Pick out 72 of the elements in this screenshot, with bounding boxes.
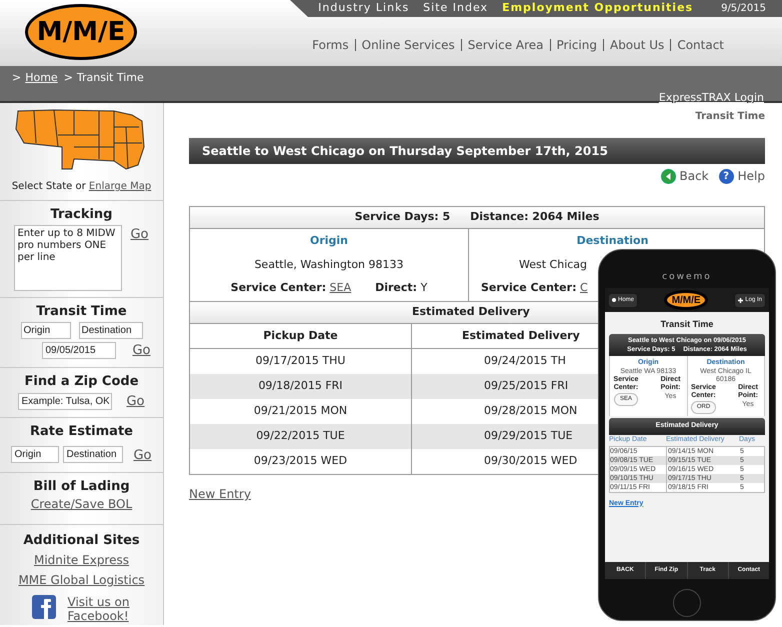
table-cell-text: 09/25/2015 FRI <box>484 378 568 394</box>
table-cell: 09/23/2015 WED <box>190 449 412 474</box>
breadcrumb-link[interactable]: Home <box>25 70 58 86</box>
section-title: Find a Zip Code <box>24 374 139 390</box>
table-cell-text: 09/28/2015 MON <box>484 403 578 420</box>
nav-link[interactable]: Contact <box>670 39 730 51</box>
date-text: 9/5/2015 <box>721 2 766 16</box>
facebook-icon[interactable] <box>32 595 56 619</box>
destination-heading: Destination <box>576 233 648 249</box>
text-field[interactable]: Destination <box>78 322 142 339</box>
nav-link[interactable]: About Us <box>602 39 670 51</box>
page-title: Transit Time <box>695 110 765 124</box>
service-center-link[interactable]: SEA <box>330 281 352 294</box>
destination-address: West Chicag <box>519 256 588 272</box>
go-link[interactable]: Go <box>133 448 152 463</box>
phone-title: Transit Time <box>660 318 714 331</box>
column-header: Estimated Delivery <box>462 328 580 344</box>
summary-text: Distance: 2064 Miles <box>470 209 600 226</box>
table-cell-text: 09/24/2015 TH <box>484 353 566 370</box>
phone-brand: cowemo <box>662 272 712 282</box>
service-center-label: Service Center: <box>481 281 576 294</box>
nav-link[interactable]: Service Area <box>460 39 550 51</box>
text-field[interactable]: 09/05/2015 <box>42 342 116 360</box>
facebook-link[interactable]: Visit us on Facebook! <box>68 595 132 623</box>
new-entry-link[interactable]: New Entry <box>189 485 251 503</box>
route-heading: Seattle to West Chicago on Thursday September 17th, 2015 <box>189 138 765 164</box>
nav-link[interactable]: Forms <box>306 39 355 51</box>
site-link[interactable]: Midnite Express <box>34 551 129 569</box>
help-link[interactable]: ? Help <box>718 167 765 185</box>
text-field[interactable]: Example: Tulsa, OK <box>18 392 112 410</box>
tracking-field[interactable]: Enter up to 8 MIDW pro numbers ONE per line <box>14 225 122 291</box>
section-title: Bill of Lading <box>33 479 130 495</box>
logo: M/M/E <box>25 4 137 60</box>
plus-icon <box>738 298 744 302</box>
table-cell-text: 09/29/2015 TUE <box>484 428 573 444</box>
back-link[interactable]: Back <box>660 167 709 185</box>
back-icon <box>660 168 676 184</box>
origin-address: Seattle, Washington 98133 <box>254 256 404 272</box>
section-title: Tracking <box>50 207 112 223</box>
top-link[interactable]: Industry Links <box>318 0 410 17</box>
table-cell-text: 09/30/2015 WED <box>484 453 578 470</box>
top-link[interactable]: Site Index <box>423 0 488 17</box>
go-link[interactable]: Go <box>132 341 151 360</box>
section-title: Additional Sites <box>23 533 140 549</box>
enlarge-map-link[interactable]: Enlarge Map <box>88 181 152 192</box>
column-header: Pickup Date <box>190 324 412 348</box>
breadcrumb-separator: > <box>64 70 73 86</box>
text-field[interactable]: Origin <box>11 446 60 462</box>
breadcrumb-current: Transit Time <box>76 70 144 86</box>
go-link[interactable]: Go <box>130 225 149 244</box>
login-link[interactable]: ExpressTRAX Login <box>658 90 764 106</box>
nav-link[interactable]: Pricing <box>550 39 603 51</box>
top-link[interactable]: Employment Opportunities <box>502 0 694 17</box>
summary-text: Service Days: 5 <box>354 209 450 226</box>
origin-heading: Origin <box>310 233 348 249</box>
breadcrumb-separator: > <box>12 70 22 86</box>
go-link[interactable]: Go <box>126 392 145 411</box>
direct-label: Direct: <box>375 281 418 294</box>
site-link[interactable]: MME Global Logistics <box>18 571 145 589</box>
text-field[interactable]: Origin <box>20 322 70 339</box>
section-title: Transit Time <box>36 304 127 320</box>
service-center-label: Service Center: <box>230 281 326 294</box>
service-center-link[interactable]: C <box>580 281 588 294</box>
nav-link[interactable]: Online Services <box>354 39 461 51</box>
map-caption: Select State or <box>12 181 86 192</box>
phone-logo: M/M/E <box>664 290 708 310</box>
section-title: Rate Estimate <box>30 424 133 440</box>
help-icon: ? <box>718 168 734 184</box>
text-field[interactable]: Destination <box>63 446 124 462</box>
bol-link[interactable]: Create/Save BOL <box>30 495 132 513</box>
direct-value: Y <box>420 281 428 294</box>
delivery-heading: Estimated Delivery <box>412 304 530 320</box>
